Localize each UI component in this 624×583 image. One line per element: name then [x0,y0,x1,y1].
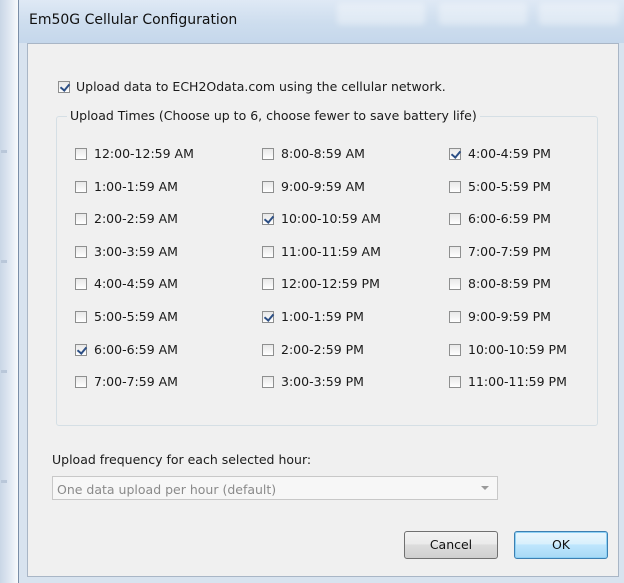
time-slot-option[interactable]: 5:00-5:59 PM [449,179,551,194]
time-slot-checkbox[interactable] [75,310,87,323]
time-slot-checkbox[interactable] [75,212,87,225]
time-slot-option[interactable]: 10:00-10:59 PM [449,342,567,357]
time-slot-checkbox[interactable] [75,180,87,193]
upload-checkbox-row[interactable]: Upload data to ECH2Odata.com using the c… [58,79,446,94]
time-slot-label: 4:00-4:59 AM [94,276,178,291]
time-slot-label: 1:00-1:59 PM [281,309,364,324]
time-slot-option[interactable]: 2:00-2:59 AM [75,211,178,226]
background-title-blur [337,3,425,25]
time-slot-label: 4:00-4:59 PM [468,146,551,161]
time-slot-option[interactable]: 4:00-4:59 AM [75,276,178,291]
time-slot-label: 9:00-9:59 PM [468,309,551,324]
chevron-down-icon[interactable] [481,486,489,490]
time-slot-label: 11:00-11:59 AM [281,244,381,259]
window-title: Em50G Cellular Configuration [29,12,238,28]
background-mark [1,150,7,153]
upload-times-legend: Upload Times (Choose up to 6, choose few… [67,108,480,123]
time-slot-label: 7:00-7:59 PM [468,244,551,259]
time-slot-checkbox[interactable] [449,245,461,258]
upload-checkbox-label: Upload data to ECH2Odata.com using the c… [76,79,446,94]
background-mark [1,260,7,263]
time-slot-label: 9:00-9:59 AM [281,179,365,194]
time-slot-label: 5:00-5:59 PM [468,179,551,194]
time-slot-label: 6:00-6:59 PM [468,211,551,226]
ok-button[interactable]: OK [514,531,608,559]
time-slot-checkbox[interactable] [449,277,461,290]
time-slot-checkbox[interactable] [262,180,274,193]
time-slot-checkbox[interactable] [262,245,274,258]
time-slot-checkbox[interactable] [262,277,274,290]
time-slot-label: 8:00-8:59 AM [281,146,365,161]
time-slot-option[interactable]: 11:00-11:59 PM [449,374,567,389]
time-slot-option[interactable]: 8:00-8:59 AM [262,146,365,161]
time-slot-label: 8:00-8:59 PM [468,276,551,291]
time-slot-label: 12:00-12:59 PM [281,276,380,291]
time-slot-option[interactable]: 7:00-7:59 PM [449,244,551,259]
time-slot-option[interactable]: 9:00-9:59 AM [262,179,365,194]
frequency-dropdown[interactable]: One data upload per hour (default) [52,476,498,500]
time-slot-option[interactable]: 3:00-3:59 PM [262,374,364,389]
time-slot-checkbox[interactable] [75,245,87,258]
time-slot-checkbox[interactable] [262,343,274,356]
background-title-blur [439,3,527,25]
time-slot-option[interactable]: 12:00-12:59 AM [75,146,194,161]
time-slot-checkbox[interactable] [449,180,461,193]
time-slot-checkbox[interactable] [449,343,461,356]
title-bar[interactable]: Em50G Cellular Configuration [19,0,624,43]
time-slot-checkbox[interactable] [75,147,87,160]
frequency-label: Upload frequency for each selected hour: [52,452,312,467]
time-slot-checkbox[interactable] [262,147,274,160]
time-slot-label: 7:00-7:59 AM [94,374,178,389]
background-title-blur [539,3,619,25]
dialog-body: Upload data to ECH2Odata.com using the c… [27,43,619,577]
time-slot-option[interactable]: 7:00-7:59 AM [75,374,178,389]
time-slot-checkbox[interactable] [262,310,274,323]
time-slot-label: 2:00-2:59 PM [281,342,364,357]
background-mark [1,370,7,373]
time-slot-label: 10:00-10:59 PM [468,342,567,357]
time-slot-label: 12:00-12:59 AM [94,146,194,161]
time-slot-checkbox[interactable] [75,343,87,356]
time-slot-option[interactable]: 5:00-5:59 AM [75,309,178,324]
dialog-window: Em50G Cellular Configuration Upload data… [18,0,624,583]
time-slot-checkbox[interactable] [75,375,87,388]
time-slot-label: 11:00-11:59 PM [468,374,567,389]
time-slot-option[interactable]: 10:00-10:59 AM [262,211,381,226]
time-slot-label: 6:00-6:59 AM [94,342,178,357]
time-slot-label: 1:00-1:59 AM [94,179,178,194]
frequency-selected-value: One data upload per hour (default) [57,482,277,497]
upload-checkbox[interactable] [58,80,70,93]
time-slot-option[interactable]: 3:00-3:59 AM [75,244,178,259]
time-slot-option[interactable]: 1:00-1:59 AM [75,179,178,194]
time-slot-checkbox[interactable] [449,212,461,225]
time-slot-option[interactable]: 4:00-4:59 PM [449,146,551,161]
time-slot-label: 2:00-2:59 AM [94,211,178,226]
time-slot-option[interactable]: 6:00-6:59 AM [75,342,178,357]
time-slot-checkbox[interactable] [262,375,274,388]
cancel-button[interactable]: Cancel [404,531,498,559]
time-slot-checkbox[interactable] [449,310,461,323]
time-slot-label: 3:00-3:59 PM [281,374,364,389]
upload-times-group: Upload Times (Choose up to 6, choose few… [56,108,598,426]
time-slot-option[interactable]: 2:00-2:59 PM [262,342,364,357]
time-slot-label: 3:00-3:59 AM [94,244,178,259]
time-slot-label: 5:00-5:59 AM [94,309,178,324]
time-slot-option[interactable]: 6:00-6:59 PM [449,211,551,226]
time-slot-option[interactable]: 12:00-12:59 PM [262,276,380,291]
background-window-edge [0,0,20,583]
time-slot-option[interactable]: 8:00-8:59 PM [449,276,551,291]
time-slot-checkbox[interactable] [262,212,274,225]
time-slot-option[interactable]: 1:00-1:59 PM [262,309,364,324]
time-slot-option[interactable]: 9:00-9:59 PM [449,309,551,324]
time-slot-checkbox[interactable] [449,147,461,160]
time-slot-checkbox[interactable] [449,375,461,388]
background-mark [1,480,7,483]
time-slot-label: 10:00-10:59 AM [281,211,381,226]
time-slot-checkbox[interactable] [75,277,87,290]
time-slot-option[interactable]: 11:00-11:59 AM [262,244,381,259]
